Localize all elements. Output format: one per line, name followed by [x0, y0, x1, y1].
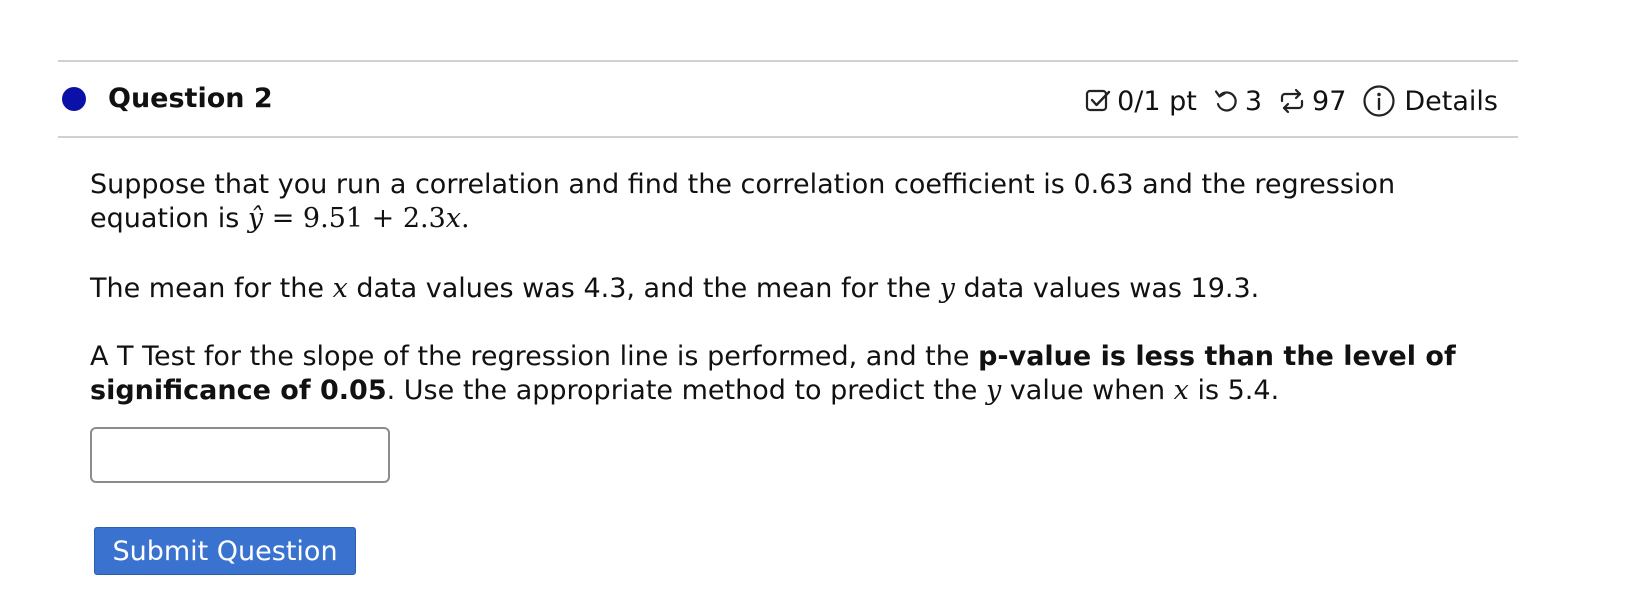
score-text: 0/1 pt	[1117, 85, 1197, 117]
submit-question-button[interactable]: Submit Question	[94, 527, 356, 575]
repeat-icon	[1278, 88, 1306, 114]
checkbox-icon	[1085, 88, 1111, 114]
retries-count: 3	[1244, 85, 1263, 117]
details-toggle[interactable]: Details	[1362, 84, 1498, 118]
score-indicator: 0/1 pt	[1085, 86, 1197, 117]
top-divider	[58, 60, 1518, 62]
question-status-dot	[62, 87, 86, 111]
question-meta: 0/1 pt 3 97 Details	[1085, 84, 1498, 118]
question-body: Suppose that you run a correlation and f…	[90, 168, 1520, 444]
question-paragraph-3: A T Test for the slope of the regression…	[90, 341, 1456, 406]
question-title: Question 2	[108, 83, 273, 114]
attempts-count: 97	[1312, 85, 1347, 117]
details-label: Details	[1404, 85, 1498, 117]
retry-icon	[1213, 88, 1239, 114]
answer-input[interactable]	[90, 427, 390, 483]
header-divider	[58, 136, 1518, 138]
retries-indicator: 3	[1213, 86, 1262, 117]
info-icon	[1362, 84, 1396, 118]
question-header: Question 2 0/1 pt 3 97 Details	[58, 70, 1518, 130]
question-paragraph-1: Suppose that you run a correlation and f…	[90, 169, 1396, 234]
question-paragraph-2: The mean for the x data values was 4.3, …	[90, 273, 1260, 304]
attempts-indicator: 97	[1278, 86, 1346, 117]
